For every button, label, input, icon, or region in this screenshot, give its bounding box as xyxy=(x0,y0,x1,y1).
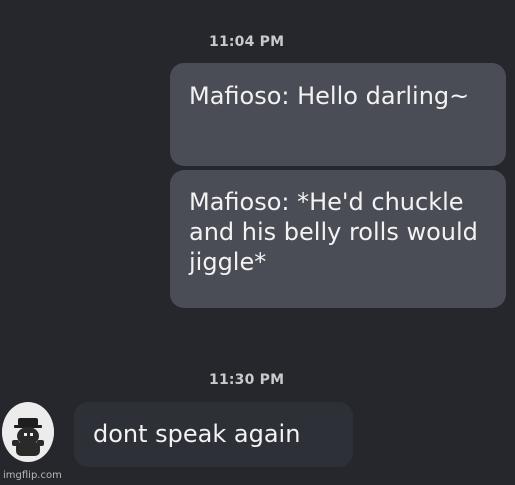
message-text: Mafioso: Hello darling~ xyxy=(189,82,470,110)
message-text: Mafioso: *He'd chuckle and his belly rol… xyxy=(189,188,478,276)
timestamp: 11:30 PM xyxy=(209,372,285,388)
message-bubble-outgoing[interactable]: Mafioso: Hello darling~ xyxy=(170,63,506,166)
message-bubble-incoming[interactable]: dont speak again xyxy=(74,402,353,467)
message-bubble-outgoing[interactable]: Mafioso: *He'd chuckle and his belly rol… xyxy=(170,170,506,308)
timestamp: 11:04 PM xyxy=(209,34,285,50)
message-text: dont speak again xyxy=(93,420,301,448)
user-avatar-icon[interactable] xyxy=(2,402,54,462)
watermark-label: imgflip.com xyxy=(3,470,62,481)
